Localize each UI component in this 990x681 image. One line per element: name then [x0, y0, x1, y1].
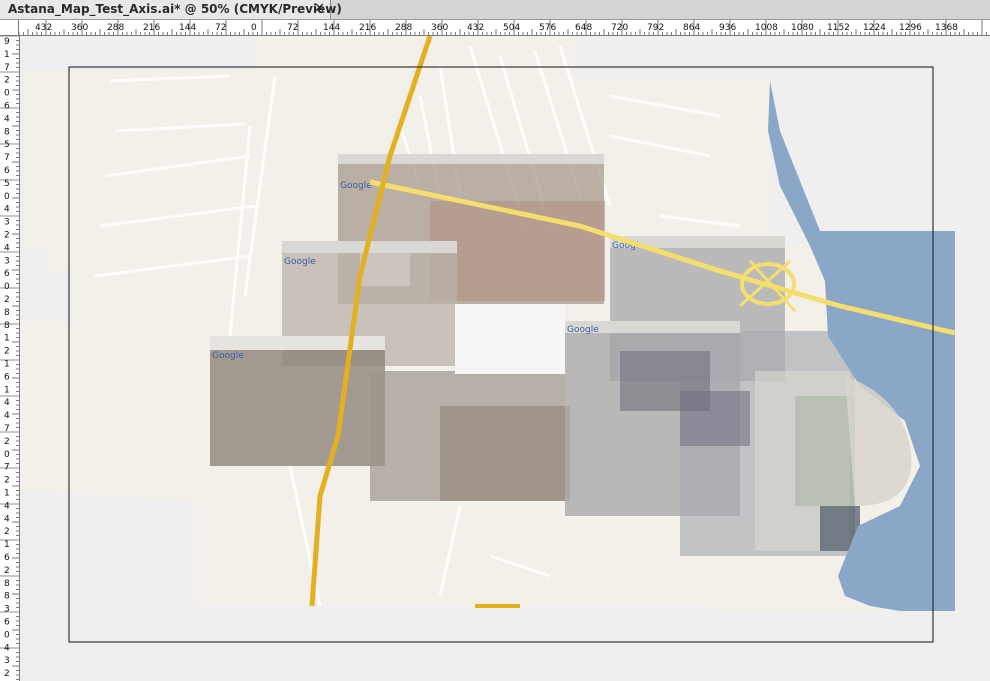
ruler-label: 2	[4, 566, 10, 576]
document-tab-bar: Astana_Map_Test_Axis.ai* @ 50% (CMYK/Pre…	[0, 0, 990, 20]
ruler-label: 432	[467, 23, 484, 33]
ruler-label: 1	[4, 489, 10, 499]
ruler-label: 9	[4, 37, 10, 47]
ruler-label: 5	[4, 140, 10, 150]
ruler-label: 6	[4, 166, 10, 176]
ruler-label: 72	[215, 23, 226, 33]
ruler-label: 1	[4, 540, 10, 550]
ruler-label: 864	[683, 23, 700, 33]
ruler-label: 6	[4, 372, 10, 382]
ruler-label: 1	[4, 334, 10, 344]
ruler-label: 1080	[791, 23, 814, 33]
ruler-label: 576	[539, 23, 556, 33]
ruler-label: 1	[4, 385, 10, 395]
map-thumb-label: Google	[212, 351, 244, 361]
ruler-label: 2	[4, 669, 10, 679]
ruler-label: 4	[4, 501, 10, 511]
ruler-label: 8	[4, 127, 10, 137]
ruler-label: 72	[287, 23, 298, 33]
ruler-label: 6	[4, 269, 10, 279]
ruler-label: 5	[4, 179, 10, 189]
ruler-label: 648	[575, 23, 592, 33]
ruler-label: 7	[4, 153, 10, 163]
ruler-label: 0	[4, 630, 10, 640]
ruler-label: 3	[4, 605, 10, 615]
ruler-label: 3	[4, 256, 10, 266]
ruler-label: 6	[4, 102, 10, 112]
ruler-label: 216	[359, 23, 376, 33]
ruler-origin-corner[interactable]	[0, 20, 19, 36]
ruler-label: 4	[4, 514, 10, 524]
ruler-label: 144	[323, 23, 340, 33]
horizontal-ruler-ticks: 432 360 288 216 144 72 0 72 144 216 288 360 432 504 57…	[19, 20, 987, 35]
ruler-label: 936	[719, 23, 736, 33]
map-thumb-label: Google	[567, 325, 599, 335]
ruler-label: 1152	[827, 23, 850, 33]
ruler-label: 4	[4, 243, 10, 253]
ruler-label: 6	[4, 618, 10, 628]
horizontal-ruler[interactable]: 432 360 288 216 144 72 0 72 144 216 288 360 432 504 57…	[19, 20, 990, 36]
ruler-label: 6	[4, 553, 10, 563]
ruler-label: 288	[395, 23, 412, 33]
ruler-label: 2	[4, 231, 10, 241]
ruler-label: 4	[4, 205, 10, 215]
ruler-label: 216	[143, 23, 160, 33]
ruler-label: 0	[4, 450, 10, 460]
ruler-label: 7	[4, 424, 10, 434]
ruler-label: 288	[107, 23, 124, 33]
ruler-label: 2	[4, 527, 10, 537]
ruler-label: 144	[179, 23, 196, 33]
ruler-label: 4	[4, 411, 10, 421]
ruler-label: 2	[4, 437, 10, 447]
ruler-label: 1296	[899, 23, 922, 33]
map-thumb-label: Google	[284, 257, 316, 267]
ruler-label: 432	[35, 23, 52, 33]
ruler-label: 4	[4, 398, 10, 408]
ruler-label: 2	[4, 476, 10, 486]
ruler-label: 0	[251, 23, 257, 33]
close-icon[interactable]: ✕	[314, 1, 325, 16]
ruler-label: 1	[4, 360, 10, 370]
ruler-label: 2	[4, 76, 10, 86]
ruler-label: 8	[4, 579, 10, 589]
ruler-label: 1224	[863, 23, 886, 33]
ruler-label: 3	[4, 218, 10, 228]
ruler-label: 720	[611, 23, 628, 33]
ruler-label: 7	[4, 63, 10, 73]
ruler-label: 360	[431, 23, 448, 33]
ruler-label: 1368	[935, 23, 958, 33]
vertical-ruler-ticks: 9 1 7 2 0 6 4 8 5 7 6 5 0 4 3 2 4 3 6 0 2 8 8 1 2 1 6 1 4 4 7 2 0 7 2 1 4 4 2 1…	[0, 36, 19, 680]
ruler-label: 4	[4, 114, 10, 124]
ruler-label: 1	[4, 50, 10, 60]
ruler-label: 0	[4, 192, 10, 202]
ruler-label: 7	[4, 463, 10, 473]
document-tab-title: Astana_Map_Test_Axis.ai* @ 50% (CMYK/Pre…	[8, 2, 342, 16]
ruler-label: 8	[4, 308, 10, 318]
ruler-label: 2	[4, 347, 10, 357]
ruler-label: 2	[4, 295, 10, 305]
ruler-label: 8	[4, 592, 10, 602]
map-thumb-label: Google	[340, 181, 372, 191]
document-tab[interactable]: Astana_Map_Test_Axis.ai* @ 50% (CMYK/Pre…	[0, 0, 342, 19]
map-artwork[interactable]: Google Google Google Google Google	[20, 36, 990, 681]
ruler-label: 1008	[755, 23, 778, 33]
vertical-ruler[interactable]: 9 1 7 2 0 6 4 8 5 7 6 5 0 4 3 2 4 3 6 0 2 8 8 1 2 1 6 1 4 4 7 2 0 7 2 1 4 4 2 1…	[0, 36, 20, 681]
artboard-canvas[interactable]: Google Google Google Google Google	[20, 36, 990, 681]
ruler-label: 0	[4, 89, 10, 99]
ruler-label: 8	[4, 321, 10, 331]
ruler-label: 360	[71, 23, 88, 33]
ruler-label: 4	[4, 643, 10, 653]
ruler-label: 3	[4, 656, 10, 666]
ruler-label: 792	[647, 23, 664, 33]
ruler-label: 504	[503, 23, 520, 33]
ruler-label: 0	[4, 282, 10, 292]
